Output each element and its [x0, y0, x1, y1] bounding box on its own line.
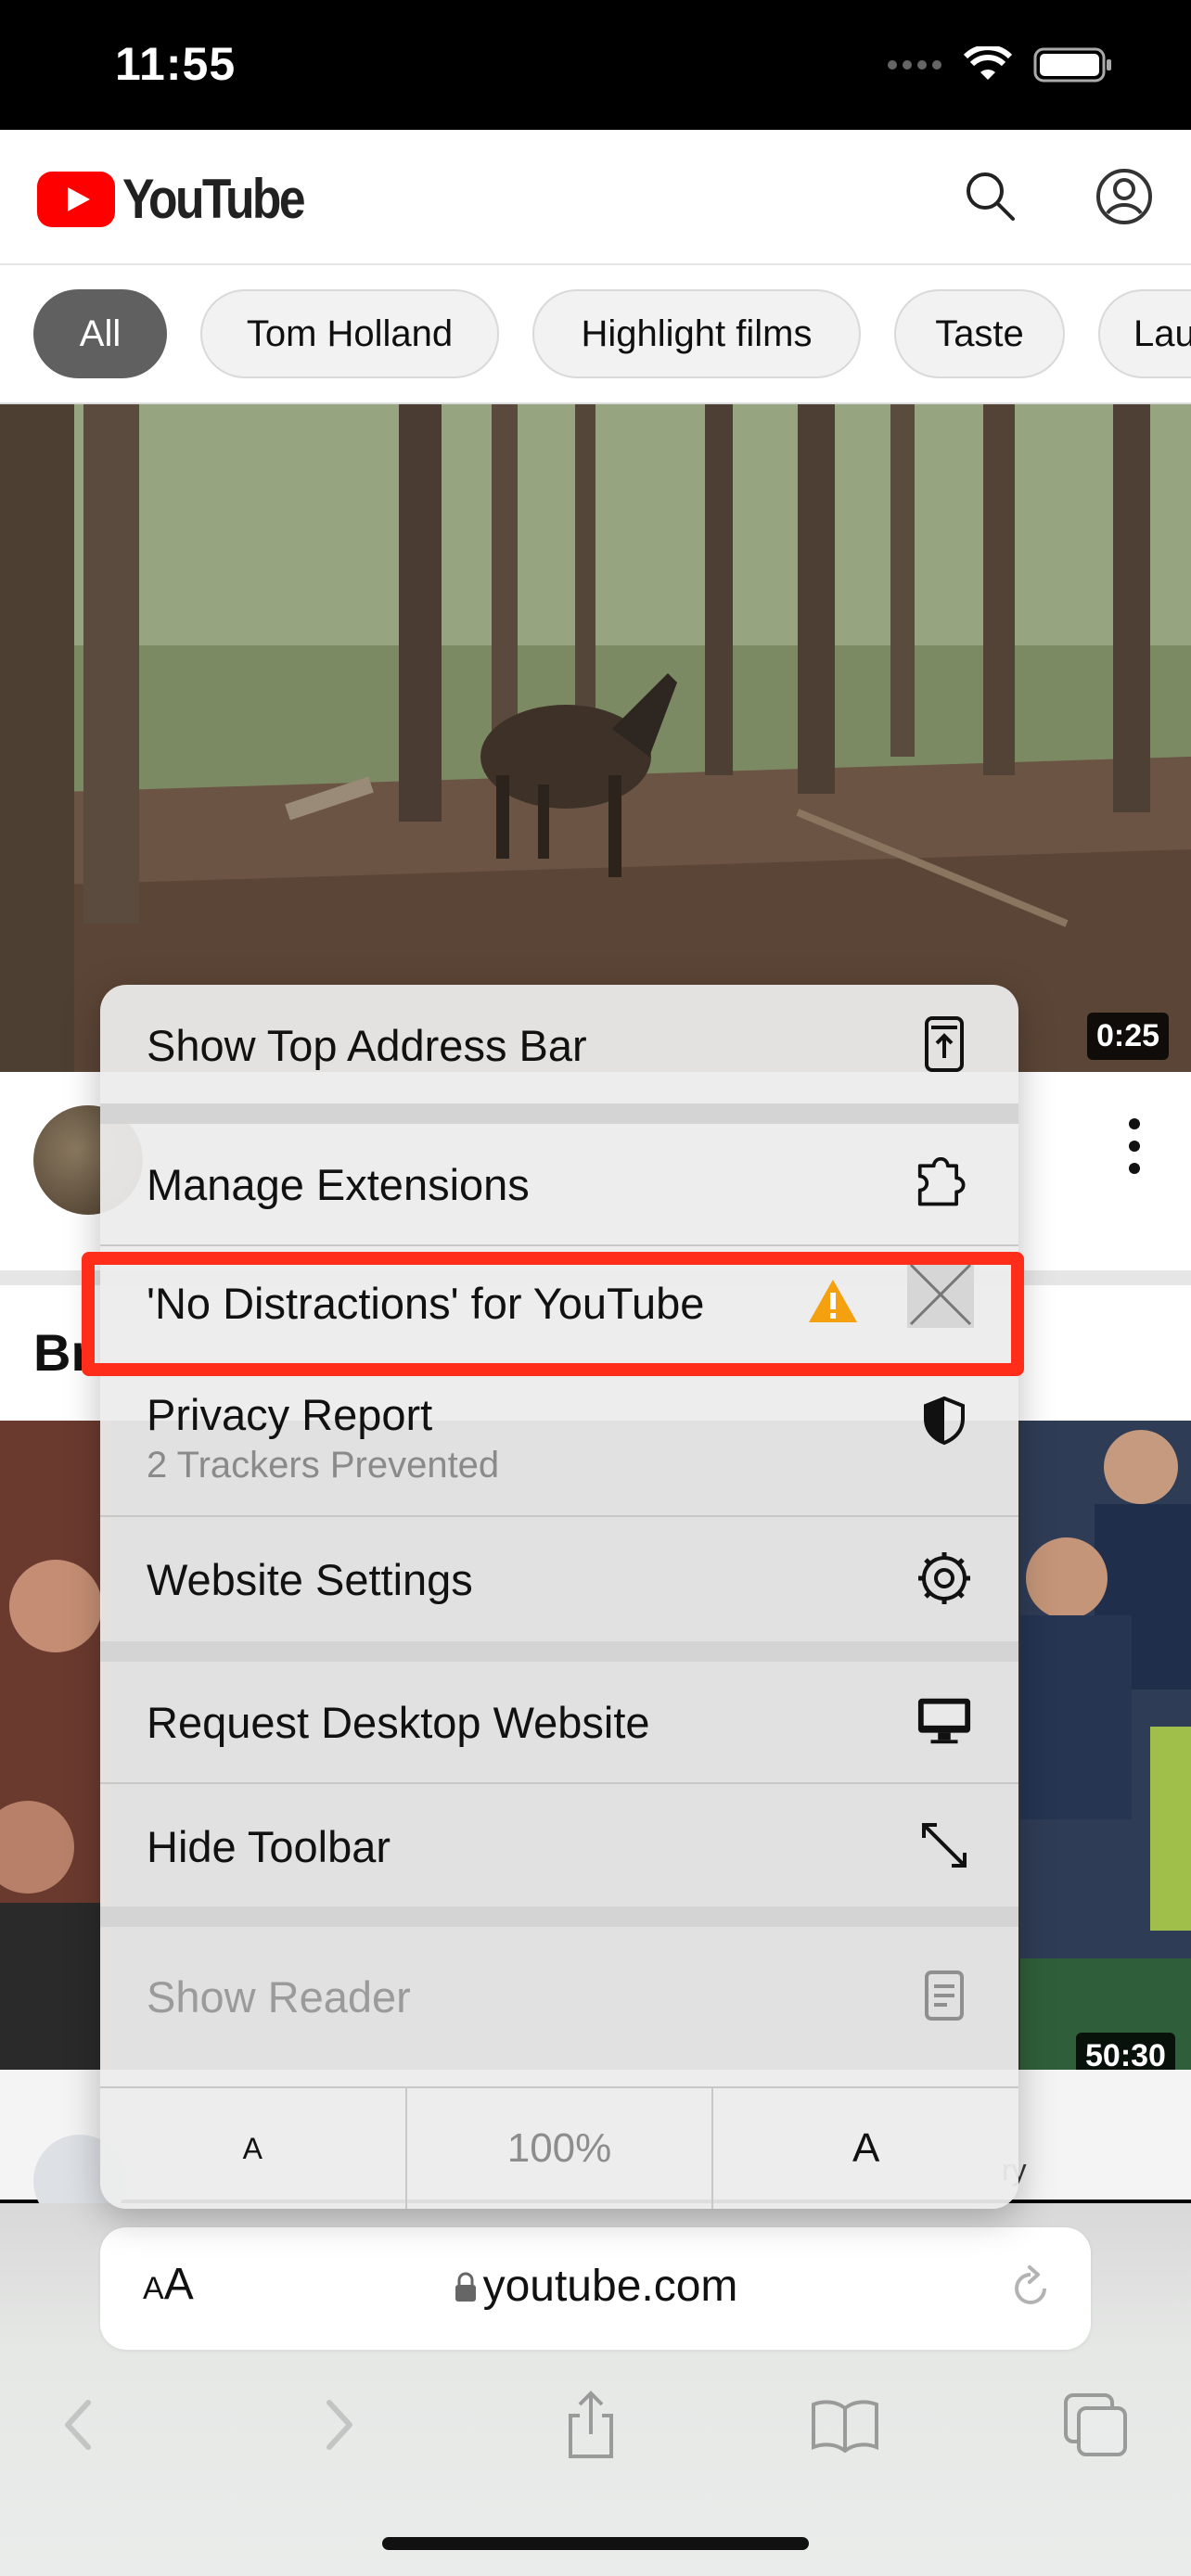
chip-all[interactable]: All [33, 289, 167, 378]
battery-icon [1033, 46, 1113, 88]
menu-item-privacy-report[interactable]: Privacy Report 2 Trackers Prevented [100, 1365, 1018, 1515]
zoom-level[interactable]: 100% [407, 2088, 714, 2209]
chip-highlight-films[interactable]: Highlight films [532, 289, 861, 378]
account-icon[interactable] [1095, 167, 1154, 226]
expand-arrows-icon [916, 1817, 972, 1873]
menu-label: Privacy Report [147, 1390, 433, 1439]
filter-chips: All Tom Holland Highlight films Taste La… [0, 265, 1191, 404]
highlight-box [82, 1252, 1024, 1376]
menu-item-show-top-address-bar[interactable]: Show Top Address Bar [100, 985, 1018, 1103]
safari-toolbar [0, 2383, 1191, 2494]
share-icon[interactable] [549, 2383, 633, 2467]
chip-tom-holland[interactable]: Tom Holland [200, 289, 499, 378]
lock-icon [454, 2264, 478, 2315]
desktop-icon [916, 1693, 972, 1749]
tabs-icon[interactable] [1054, 2383, 1137, 2467]
status-bar: 11:55 [0, 0, 1191, 130]
url-text: youtube.com [482, 2262, 738, 2311]
zoom-controls: A 100% A [100, 2086, 1018, 2209]
menu-sublabel: 2 Trackers Prevented [147, 1445, 500, 1486]
shield-icon [916, 1393, 972, 1448]
chip-partial[interactable]: Lau [1098, 289, 1191, 378]
youtube-header: YouTube [0, 130, 1191, 265]
gear-icon [916, 1550, 972, 1606]
menu-item-manage-extensions[interactable]: Manage Extensions [100, 1124, 1018, 1244]
video-duration: 0:25 [1087, 1013, 1170, 1060]
youtube-wordmark: YouTube [122, 168, 306, 230]
puzzle-icon [916, 1155, 972, 1211]
wifi-icon [963, 45, 1013, 88]
video-thumbnail[interactable]: 0:25 [0, 404, 1191, 1072]
youtube-play-icon [37, 171, 115, 227]
menu-label: Manage Extensions [147, 1160, 530, 1209]
reader-icon [916, 1968, 972, 2023]
menu-label: Hide Toolbar [147, 1822, 391, 1871]
status-time: 11:55 [115, 38, 237, 90]
page-menu: Show Top Address Bar Manage Extensions '… [100, 985, 1018, 2209]
menu-label: Show Reader [147, 1972, 411, 2021]
zoom-out-button[interactable]: A [100, 2088, 407, 2209]
menu-group-separator [100, 1103, 1018, 1124]
zoom-in-button[interactable]: A [713, 2088, 1018, 2209]
reload-icon[interactable] [1007, 2264, 1054, 2317]
menu-group-separator [100, 1906, 1018, 1927]
menu-item-show-reader[interactable]: Show Reader [100, 1927, 1018, 2086]
chip-taste[interactable]: Taste [894, 289, 1065, 378]
menu-label: Show Top Address Bar [147, 1021, 587, 1070]
second-video-duration: 50:30 [1076, 2033, 1175, 2070]
menu-item-website-settings[interactable]: Website Settings [100, 1517, 1018, 1641]
forward-icon[interactable] [297, 2383, 380, 2467]
menu-item-hide-toolbar[interactable]: Hide Toolbar [100, 1784, 1018, 1906]
back-icon[interactable] [37, 2383, 121, 2467]
home-indicator [382, 2537, 809, 2550]
book-icon[interactable] [803, 2383, 887, 2467]
url-display[interactable]: youtube.com [100, 2261, 1091, 2315]
more-icon[interactable] [1121, 1113, 1148, 1180]
arrow-up-rectangle-icon [916, 1016, 972, 1072]
search-icon[interactable] [961, 167, 1020, 226]
youtube-logo[interactable]: YouTube [37, 167, 333, 231]
menu-group-separator [100, 1641, 1018, 1662]
menu-label: Website Settings [147, 1555, 473, 1604]
status-icons [887, 45, 1113, 88]
menu-item-request-desktop-website[interactable]: Request Desktop Website [100, 1662, 1018, 1782]
menu-label: Request Desktop Website [147, 1698, 650, 1747]
address-bar[interactable]: AA youtube.com [100, 2227, 1091, 2350]
forest-scene [0, 404, 1191, 1072]
signal-icon [887, 57, 942, 77]
